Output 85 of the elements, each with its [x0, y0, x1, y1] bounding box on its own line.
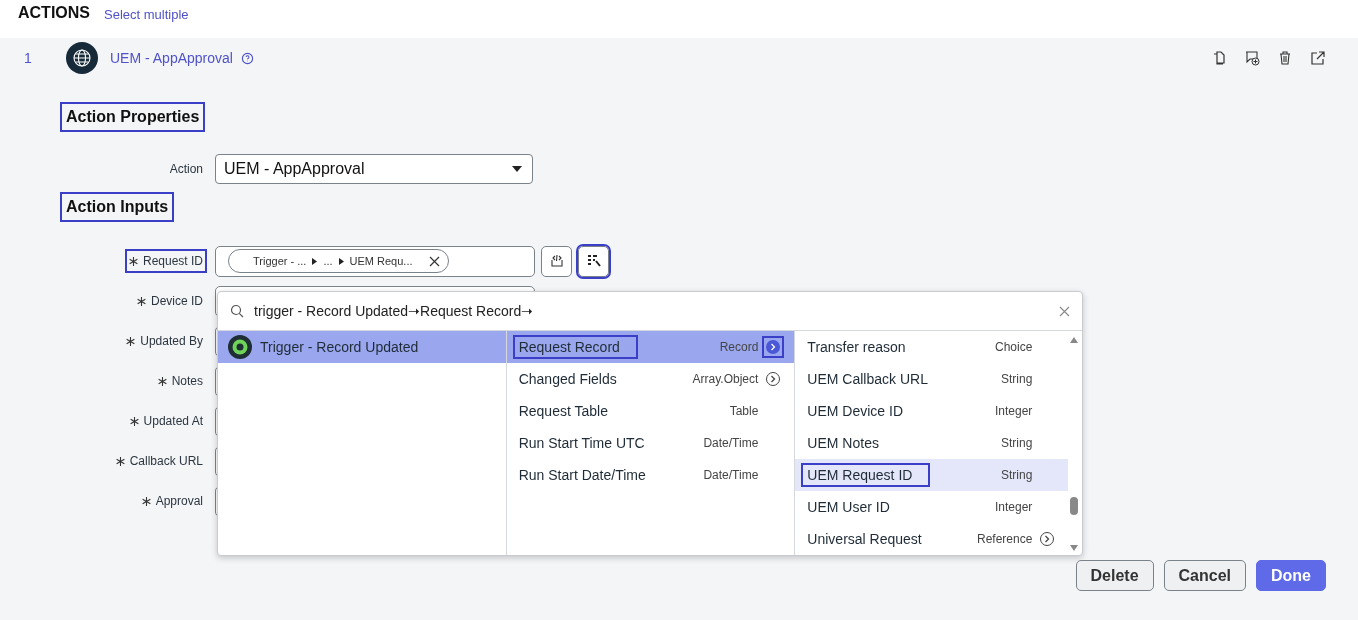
- data-picker-button[interactable]: [578, 245, 609, 277]
- section-heading: Action Properties: [60, 102, 206, 132]
- copy-icon[interactable]: [1211, 50, 1227, 66]
- item-name: UEM Request ID: [801, 463, 931, 487]
- item-type: Date/Time: [703, 436, 759, 450]
- item-name: UEM User ID: [806, 498, 891, 517]
- action-title-link[interactable]: UEM - AppApproval: [110, 50, 233, 66]
- help-icon[interactable]: [240, 51, 254, 65]
- picker-item[interactable]: UEM Notes String: [795, 427, 1069, 459]
- picker-item[interactable]: UEM Device ID Integer: [795, 395, 1069, 427]
- item-type: Array.Object: [692, 372, 759, 386]
- input-field[interactable]: Trigger - ... ... UEM Requ...: [215, 245, 535, 277]
- globe-icon: [66, 42, 98, 74]
- item-type: Table: [729, 404, 759, 418]
- item-name: UEM Notes: [806, 434, 880, 453]
- picker-item[interactable]: Run Start Time UTC Date/Time: [506, 427, 795, 459]
- field-label: Device ID: [133, 289, 207, 313]
- secondary-button[interactable]: Delete: [1075, 560, 1154, 591]
- section-heading: Action Inputs: [60, 192, 175, 222]
- item-type: Choice: [995, 340, 1033, 354]
- picker-item[interactable]: Transfer reason Choice: [795, 331, 1069, 363]
- required-asterisk-icon: [129, 416, 139, 426]
- pill-path-text: UEM Requ...: [349, 255, 413, 267]
- picker-item[interactable]: UEM Callback URL String: [795, 363, 1069, 395]
- open-external-icon[interactable]: [1310, 50, 1326, 66]
- required-asterisk-icon: [126, 336, 136, 346]
- path-arrow-icon: [338, 257, 344, 265]
- item-type: Integer: [995, 500, 1033, 514]
- close-icon[interactable]: [428, 255, 440, 267]
- item-name: Changed Fields: [517, 370, 618, 389]
- trigger-icon: [228, 335, 252, 359]
- action-select[interactable]: UEM - AppApproval: [215, 154, 533, 184]
- field-label: Updated At: [125, 409, 207, 433]
- select-multiple-link[interactable]: Select multiple: [104, 6, 189, 22]
- item-name: Request Table: [517, 402, 609, 421]
- field-label: Action: [168, 161, 204, 178]
- item-name: Request Record: [512, 335, 638, 359]
- item-type: Reference: [976, 532, 1033, 546]
- picker-item[interactable]: UEM User ID Integer: [795, 491, 1069, 523]
- item-type: String: [1001, 372, 1033, 386]
- field-label: Notes: [153, 369, 207, 393]
- caret-icon: [512, 166, 522, 172]
- field-label: Approval: [137, 489, 207, 513]
- item-name: Run Start Date/Time: [517, 466, 647, 485]
- pill-path-text: ...: [323, 255, 333, 267]
- trash-icon[interactable]: [1277, 50, 1293, 66]
- data-picker-icon: [585, 253, 602, 269]
- required-asterisk-icon: [137, 296, 146, 306]
- search-field[interactable]: trigger - Record Updated➝Request Record➝: [252, 302, 1051, 320]
- item-name: UEM Callback URL: [806, 370, 929, 389]
- item-name: Universal Request: [806, 530, 923, 549]
- item-name: Trigger - Record Updated: [260, 339, 419, 355]
- search-icon: [230, 304, 244, 318]
- field-label: Request ID: [124, 249, 207, 273]
- action-number: 1: [24, 50, 33, 66]
- add-comment-icon[interactable]: [1244, 50, 1260, 66]
- required-asterisk-icon: [141, 496, 151, 506]
- expand-icon[interactable]: [762, 336, 785, 358]
- item-type: String: [1001, 436, 1033, 450]
- script-icon: [548, 253, 565, 269]
- field-label: Callback URL: [111, 449, 207, 473]
- field-label: Updated By: [122, 329, 207, 353]
- required-asterisk-icon: [128, 256, 138, 266]
- picker-item[interactable]: Request Record Record: [506, 331, 795, 363]
- item-name: Transfer reason: [806, 338, 907, 357]
- picker-item[interactable]: Changed Fields Array.Object: [506, 363, 795, 395]
- page-title: ACTIONS: [18, 4, 90, 22]
- item-type: Record: [719, 340, 759, 354]
- primary-button[interactable]: Done: [1256, 560, 1326, 591]
- picker-item[interactable]: Request Table Table: [506, 395, 795, 427]
- item-type: Date/Time: [703, 468, 759, 482]
- item-name: Run Start Time UTC: [517, 434, 646, 453]
- pill-path-text: Trigger - ...: [253, 255, 307, 267]
- required-asterisk-icon: [115, 456, 125, 466]
- picker-item[interactable]: Trigger - Record Updated: [218, 331, 506, 363]
- secondary-button[interactable]: Cancel: [1163, 560, 1246, 591]
- script-button[interactable]: [541, 245, 572, 277]
- item-type: String: [1001, 468, 1033, 482]
- item-type: Integer: [995, 404, 1033, 418]
- item-name: UEM Device ID: [806, 402, 905, 421]
- picker-item[interactable]: Universal Request Reference: [795, 523, 1069, 555]
- picker-item[interactable]: UEM Request ID String: [795, 459, 1069, 491]
- path-arrow-icon: [312, 257, 318, 265]
- picker-item[interactable]: Run Start Date/Time Date/Time: [506, 459, 795, 491]
- required-asterisk-icon: [157, 376, 167, 386]
